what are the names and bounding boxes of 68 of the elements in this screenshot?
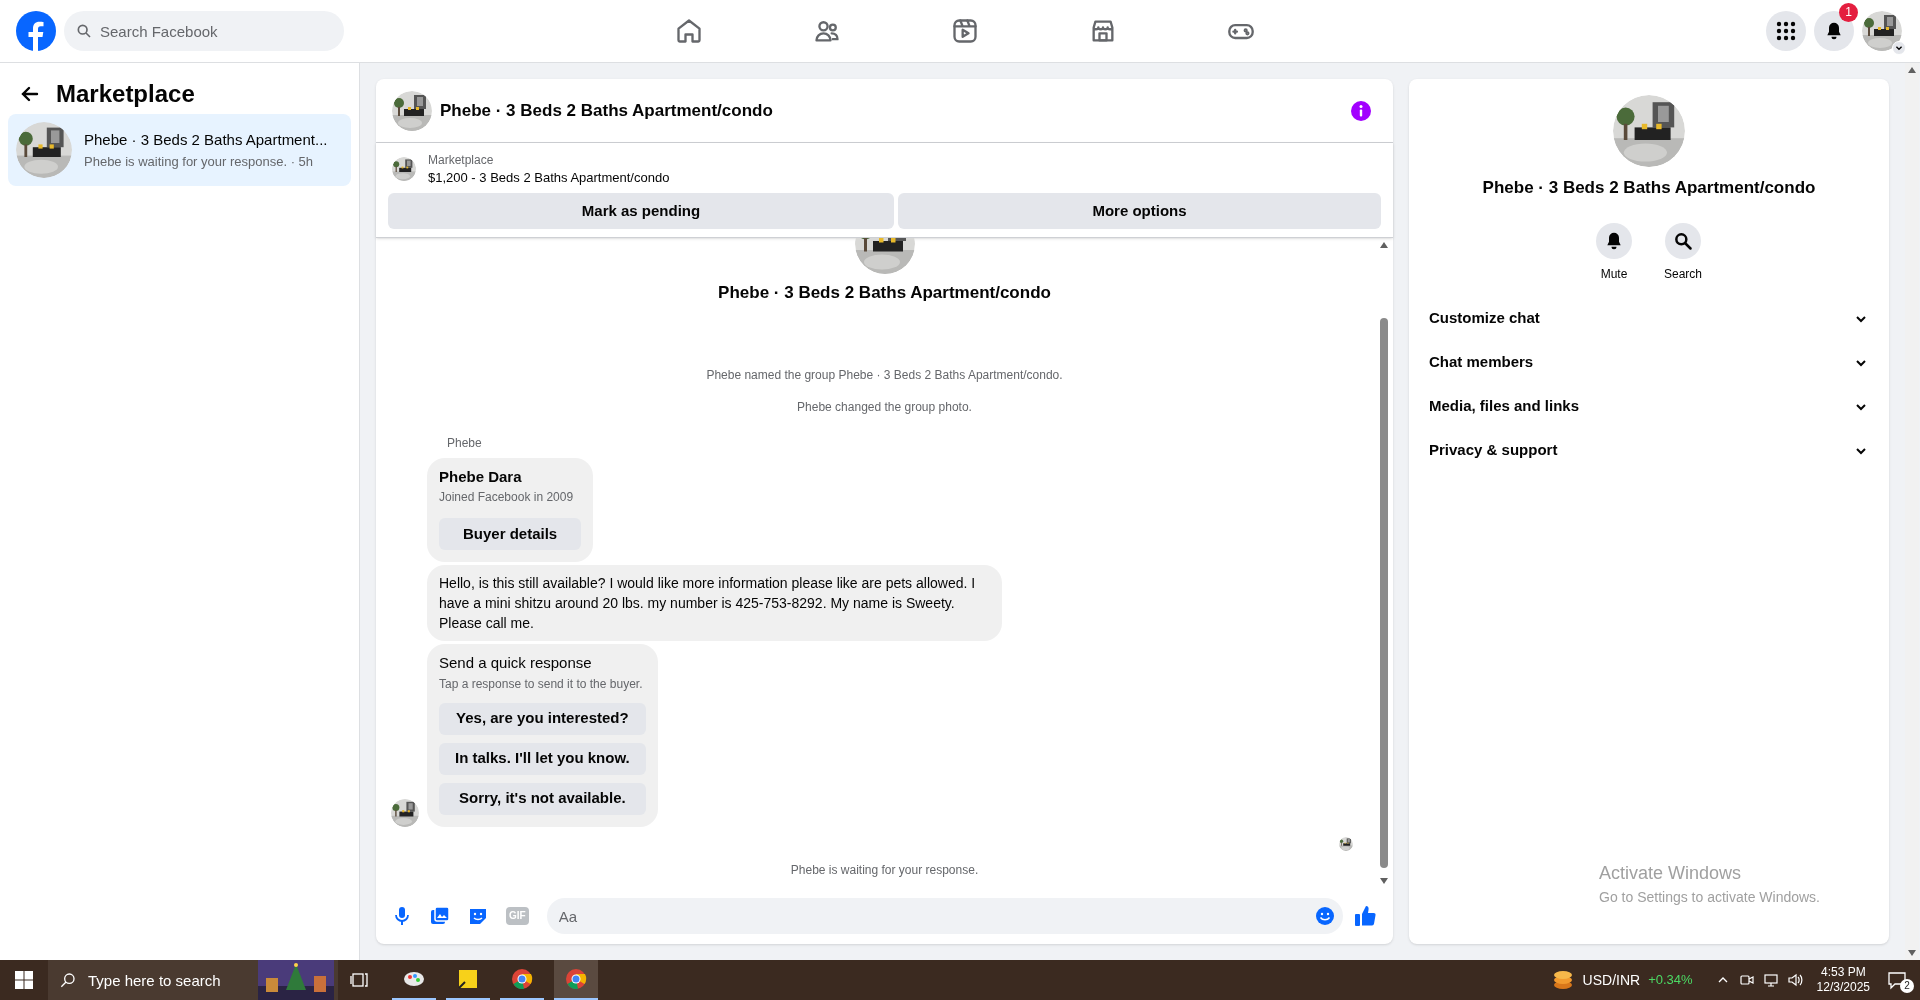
microphone-icon[interactable]	[392, 906, 412, 926]
notification-badge: 1	[1839, 3, 1858, 22]
scrollbar-thumb[interactable]	[1380, 318, 1388, 868]
group-name: Phebe · 3 Beds 2 Baths Apartment/condo	[717, 282, 1052, 304]
scroll-down-arrow-icon[interactable]	[1380, 878, 1388, 884]
message-input[interactable]: Aa	[546, 898, 1343, 934]
network-icon[interactable]	[1762, 972, 1779, 988]
mark-pending-button[interactable]: Mark as pending	[388, 193, 894, 229]
like-icon[interactable]	[1353, 904, 1377, 928]
details-section[interactable]: Privacy & support	[1417, 428, 1881, 473]
details-title: Phebe · 3 Beds 2 Baths Apartment/condo	[1482, 177, 1816, 199]
grid-icon	[1776, 21, 1796, 41]
message-bubble: Hello, is this still available? I would like more information please like are pets allowed. I have a mini shitzu around 20 lbs. my number is 425-753-8292. My name is Sweety. Please call me.	[427, 565, 1002, 641]
search-label: Search	[1664, 265, 1702, 283]
conversation-item[interactable]: Phebe · 3 Beds 2 Baths Apartment... Phebe is waiting for your response. · 5h	[8, 114, 351, 186]
image-icon[interactable]	[430, 906, 450, 926]
search-icon	[60, 972, 76, 988]
system-message: Phebe changed the group photo.	[797, 398, 972, 416]
notification-count: 2	[1900, 979, 1914, 993]
sender-name: Phebe	[447, 434, 483, 452]
mute-label: Mute	[1600, 265, 1628, 283]
clock-time[interactable]: 4:53 PM	[1820, 965, 1866, 980]
scroll-down-arrow-icon[interactable]	[1908, 950, 1916, 956]
back-arrow-icon[interactable]	[20, 84, 40, 104]
menu-button[interactable]	[1766, 11, 1806, 51]
emoji-icon[interactable]	[1315, 906, 1335, 926]
activation-title: Activate Windows	[1599, 862, 1743, 885]
caret-icon[interactable]	[1892, 41, 1906, 55]
speaker-icon[interactable]	[1786, 972, 1803, 988]
quick-response-hint: Tap a response to send it to the buyer.	[439, 675, 644, 693]
conversation-title: Phebe · 3 Beds 2 Baths Apartment...	[84, 130, 328, 150]
home-icon[interactable]	[675, 17, 703, 45]
ticker-change: +0.34%	[1648, 971, 1693, 990]
scroll-up-arrow-icon[interactable]	[1380, 242, 1388, 248]
sticker-icon[interactable]	[468, 906, 488, 926]
clock-date[interactable]: 12/3/2025	[1816, 980, 1870, 995]
quick-response-title: Send a quick response	[439, 653, 593, 673]
details-section[interactable]: Customize chat	[1417, 296, 1881, 341]
search-icon	[76, 23, 92, 39]
buyer-name: Phebe Dara	[439, 466, 523, 487]
scroll-up-arrow-icon[interactable]	[1908, 67, 1916, 73]
info-icon[interactable]	[1349, 98, 1373, 123]
mute-button[interactable]	[1596, 222, 1632, 259]
buyer-details-button[interactable]: Buyer details	[439, 518, 582, 550]
chrome-icon[interactable]	[554, 960, 598, 1000]
buyer-joined: Joined Facebook in 2009	[439, 489, 575, 506]
video-icon[interactable]	[951, 17, 979, 45]
quick-response-button[interactable]: In talks. I'll let you know.	[439, 742, 646, 775]
chat-title: Phebe · 3 Beds 2 Baths Apartment/condo	[440, 99, 773, 122]
listing-source: Marketplace	[428, 152, 495, 169]
task-view-icon[interactable]	[350, 970, 370, 990]
more-options-button[interactable]: More options	[898, 193, 1381, 229]
activation-hint: Go to Settings to activate Windows.	[1599, 888, 1820, 907]
sidebar-title: Marketplace	[56, 79, 195, 109]
waiting-status: Phebe is waiting for your response.	[789, 861, 980, 879]
search-icon	[1673, 230, 1693, 251]
ticker-label: USD/INR	[1582, 970, 1641, 990]
search-button[interactable]	[1665, 222, 1701, 259]
quick-response-button[interactable]: Yes, are you interested?	[439, 702, 646, 735]
search-field[interactable]: Search Facebook	[64, 11, 344, 51]
conversation-subtitle: Phebe is waiting for your response. · 5h	[84, 152, 315, 171]
page-scrollbar[interactable]	[1905, 63, 1919, 960]
listing-summary[interactable]: $1,200 - 3 Beds 2 Baths Apartment/condo	[428, 169, 670, 187]
system-message: Phebe named the group Phebe · 3 Beds 2 Baths Apartment/condo.	[706, 366, 1063, 384]
quick-response-button[interactable]: Sorry, it's not available.	[439, 782, 646, 815]
logo-icon[interactable]	[16, 11, 56, 51]
details-section[interactable]: Media, files and links	[1417, 384, 1881, 429]
details-section[interactable]: Chat members	[1417, 340, 1881, 385]
